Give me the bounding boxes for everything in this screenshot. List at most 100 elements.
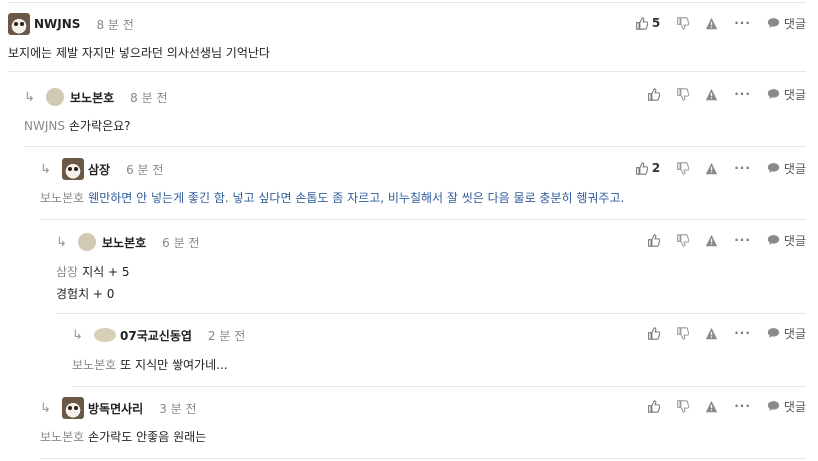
comment-body: NWJNS 손가락은요? [24, 115, 131, 137]
comment-body: 보노본호 손가락도 안좋음 원래는 [40, 426, 206, 448]
reply-button[interactable]: 댓글 [767, 15, 806, 32]
thumbs-up-icon [648, 87, 661, 101]
report-button[interactable] [705, 162, 718, 175]
comment-header: ↳ 07국교신동엽 2 분 전 [72, 324, 245, 346]
author-name[interactable]: NWJNS [34, 17, 80, 31]
comment-body: 보노본호 또 지식만 쌓여가네... [72, 354, 228, 376]
comment-actions: ··· 댓글 [631, 323, 806, 343]
like-button[interactable] [647, 233, 661, 247]
comment-body: 보지에는 제발 자지만 넣으라던 의사선생님 기억난다 [8, 42, 270, 64]
warning-icon [706, 17, 718, 29]
comment-time: 6 분 전 [162, 235, 200, 250]
comment-time: 8 분 전 [96, 17, 134, 32]
reply-button[interactable]: 댓글 [767, 232, 806, 249]
more-options-icon[interactable]: ··· [734, 399, 751, 413]
reply-label: 댓글 [783, 16, 806, 31]
dislike-button[interactable] [676, 233, 690, 247]
reply-arrow-icon: ↳ [24, 89, 35, 105]
comment-header: ↳ 보노본호 8 분 전 [24, 86, 168, 108]
speech-bubble-icon [767, 18, 780, 28]
thumbs-down-icon [677, 399, 690, 413]
thumbs-down-icon [677, 161, 690, 175]
thumbs-up-icon [635, 161, 648, 175]
avatar[interactable] [46, 88, 64, 106]
reply-button[interactable]: 댓글 [767, 160, 806, 177]
comment-header: ↳ 삼장 6 분 전 [40, 158, 163, 180]
report-button[interactable] [705, 234, 718, 247]
thumbs-down-icon [677, 16, 690, 30]
comment-item: NWJNS 8 분 전 보지에는 제발 자지만 넣으라던 의사선생님 기억난다 … [8, 2, 806, 72]
comment-text-line2: 경험치 + 0 [56, 287, 115, 301]
comment-item: ↳ 보노본호 8 분 전 NWJNS 손가락은요? ··· 댓글 [24, 76, 806, 147]
comment-actions: ··· 댓글 [631, 230, 806, 250]
reply-label: 댓글 [783, 161, 806, 176]
comment-item: ↳ 방독면사리 3 분 전 보노본호 손가락도 안좋음 원래는 ··· 댓글 [40, 388, 806, 459]
author-name[interactable]: 방독면사리 [88, 400, 143, 417]
mention[interactable]: 삼장 [56, 265, 78, 279]
like-button[interactable] [647, 399, 661, 413]
avatar[interactable] [62, 397, 84, 419]
dislike-button[interactable] [676, 161, 690, 175]
reply-label: 댓글 [783, 399, 806, 414]
comment-body: 보노본호 웬만하면 안 넣는게 좋긴 함. 넣고 싶다면 손톱도 좀 자르고, 비… [40, 187, 624, 209]
dislike-button[interactable] [676, 326, 690, 340]
more-options-icon[interactable]: ··· [734, 161, 751, 175]
mention[interactable]: NWJNS [24, 119, 65, 133]
warning-icon [706, 88, 718, 100]
avatar[interactable] [94, 328, 116, 342]
comment-text: 손가락도 안좋음 원래는 [88, 430, 207, 444]
like-button[interactable] [647, 326, 661, 340]
author-name[interactable]: 보노본호 [102, 234, 146, 251]
like-button[interactable]: 2 [635, 161, 660, 175]
more-options-icon[interactable]: ··· [734, 16, 751, 30]
thumbs-up-icon [648, 399, 661, 413]
reply-button[interactable]: 댓글 [767, 86, 806, 103]
like-button[interactable]: 5 [635, 16, 660, 30]
avatar[interactable] [78, 233, 96, 251]
comment-time: 3 분 전 [159, 401, 197, 416]
reply-button[interactable]: 댓글 [767, 325, 806, 342]
comment-thread: NWJNS 8 분 전 보지에는 제발 자지만 넣으라던 의사선생님 기억난다 … [0, 0, 818, 461]
like-button[interactable] [647, 87, 661, 101]
warning-icon [706, 162, 718, 174]
author-name[interactable]: 보노본호 [70, 89, 114, 106]
comment-actions: 5 ··· 댓글 [619, 13, 806, 33]
dislike-button[interactable] [676, 16, 690, 30]
comment-text: 지식 + 5 [82, 265, 130, 279]
more-options-icon[interactable]: ··· [734, 233, 751, 247]
speech-bubble-icon [767, 235, 780, 245]
mention[interactable]: 보노본호 [40, 191, 84, 205]
comment-actions: ··· 댓글 [631, 84, 806, 104]
speech-bubble-icon [767, 89, 780, 99]
speech-bubble-icon [767, 163, 780, 173]
reply-button[interactable]: 댓글 [767, 398, 806, 415]
mention[interactable]: 보노본호 [40, 430, 84, 444]
avatar[interactable] [8, 13, 30, 35]
comment-item: ↳ 보노본호 6 분 전 삼장 지식 + 5 경험치 + 0 ··· 댓글 [56, 221, 806, 314]
comment-item: ↳ 07국교신동엽 2 분 전 보노본호 또 지식만 쌓여가네... ··· 댓글 [72, 315, 806, 387]
author-name[interactable]: 삼장 [88, 161, 110, 178]
warning-icon [706, 400, 718, 412]
thumbs-up-icon [635, 16, 648, 30]
comment-text: 웬만하면 안 넣는게 좋긴 함. 넣고 싶다면 손톱도 좀 자르고, 비누칠해서… [88, 191, 625, 205]
more-options-icon[interactable]: ··· [734, 87, 751, 101]
reply-label: 댓글 [783, 87, 806, 102]
comment-time: 6 분 전 [126, 162, 164, 177]
warning-icon [706, 234, 718, 246]
report-button[interactable] [705, 327, 718, 340]
more-options-icon[interactable]: ··· [734, 326, 751, 340]
thumbs-down-icon [677, 87, 690, 101]
report-button[interactable] [705, 17, 718, 30]
reply-arrow-icon: ↳ [56, 234, 67, 250]
speech-bubble-icon [767, 328, 780, 338]
author-name[interactable]: 07국교신동엽 [120, 327, 192, 344]
avatar[interactable] [62, 158, 84, 180]
comment-text: 손가락은요? [68, 119, 131, 133]
report-button[interactable] [705, 400, 718, 413]
dislike-button[interactable] [676, 87, 690, 101]
mention[interactable]: 보노본호 [72, 358, 116, 372]
thumbs-down-icon [677, 233, 690, 247]
dislike-button[interactable] [676, 399, 690, 413]
like-count: 2 [651, 161, 661, 175]
report-button[interactable] [705, 88, 718, 101]
